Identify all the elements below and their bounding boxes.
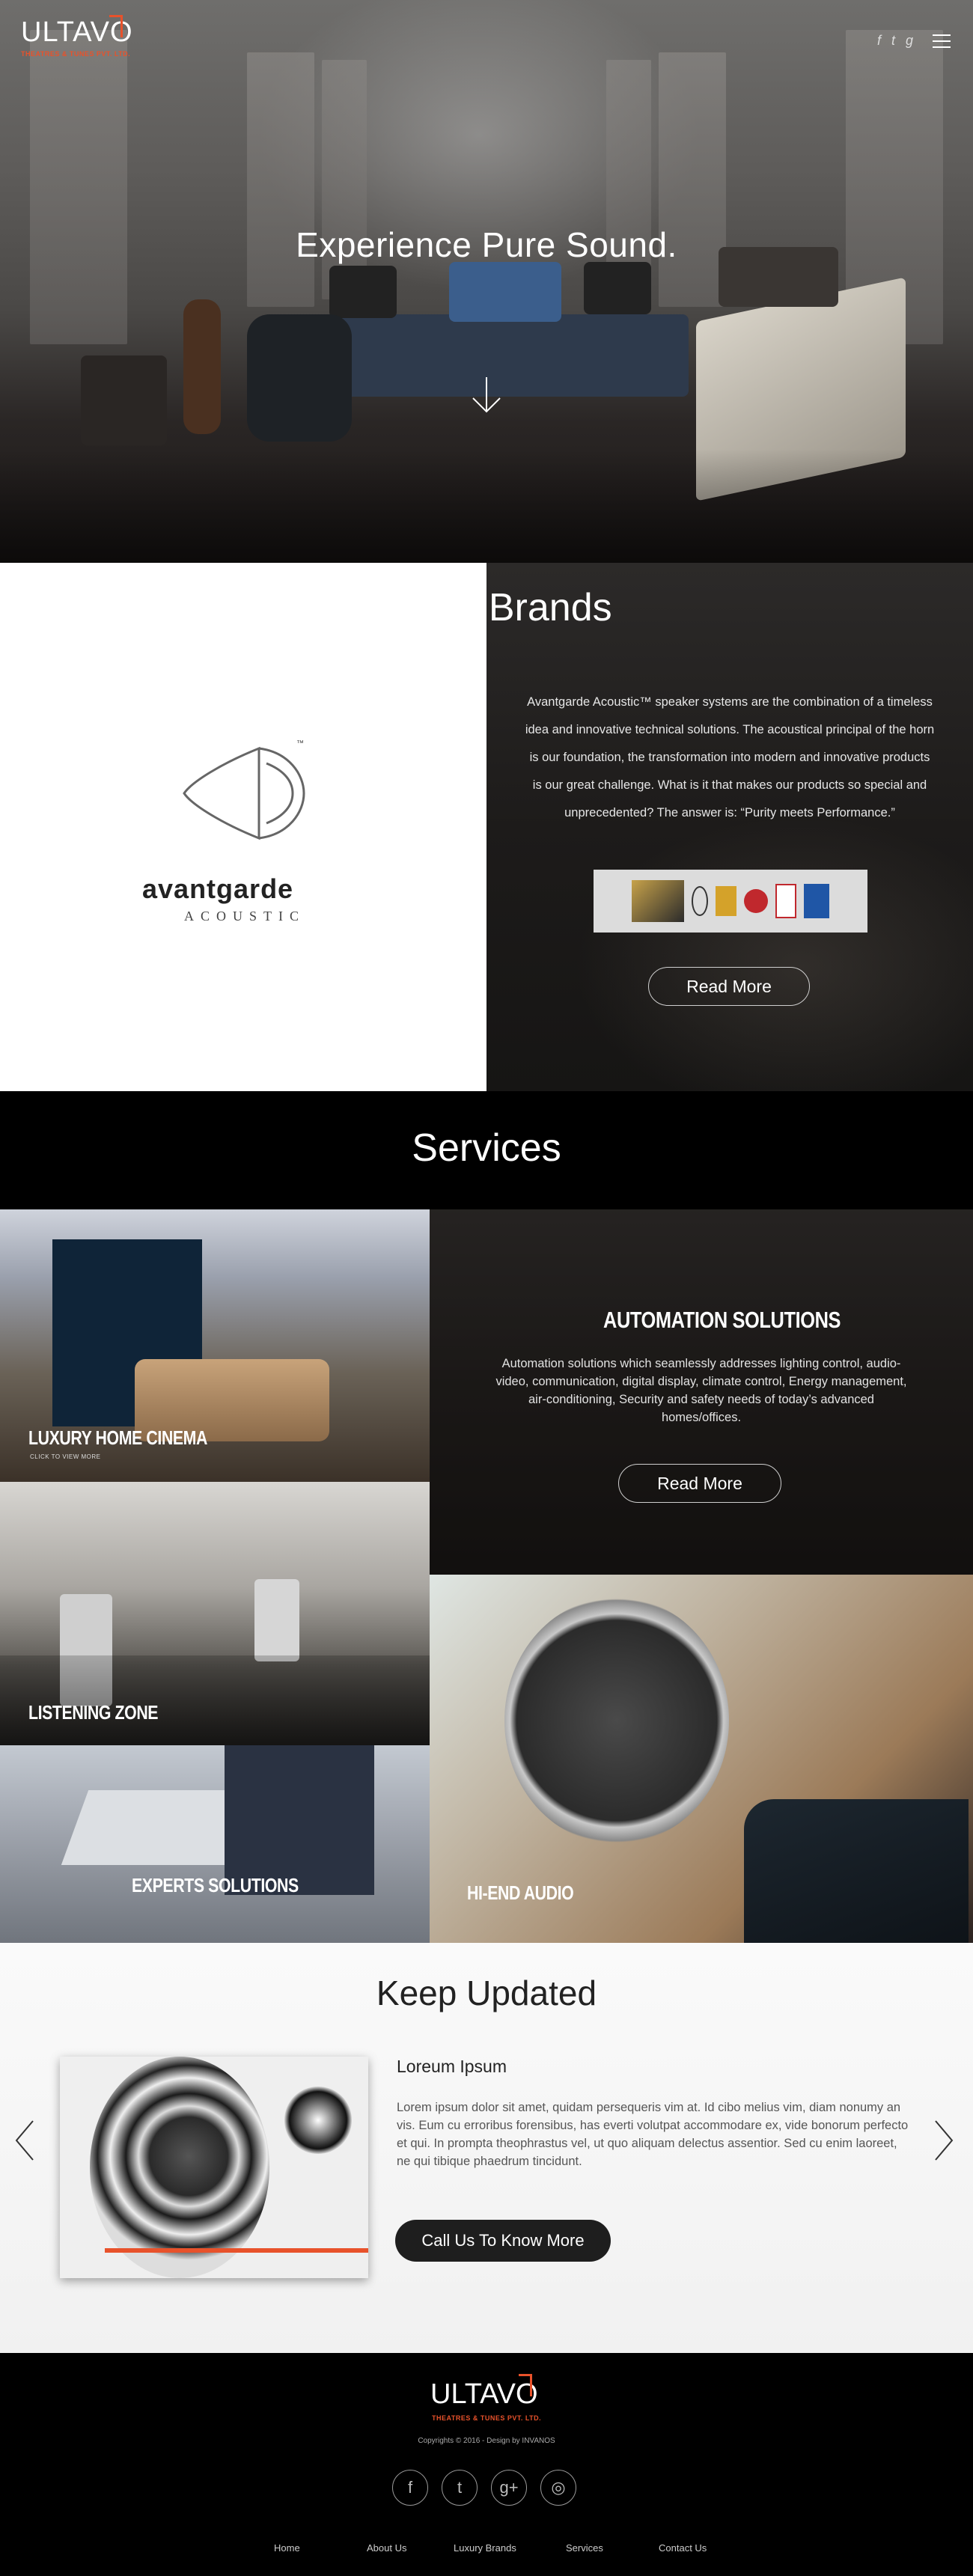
footer-nav-about-us[interactable]: About Us	[367, 2542, 406, 2554]
footer-nav-services[interactable]: Services	[566, 2542, 603, 2554]
google-plus-icon[interactable]: g	[906, 33, 913, 49]
awards-strip	[594, 870, 867, 933]
award-icon	[632, 880, 684, 922]
footer-nav-contact-us[interactable]: Contact Us	[659, 2542, 707, 2554]
post-body: Lorem ipsum dolor sit amet, quidam perse…	[397, 2101, 909, 2168]
tile-label-experts: EXPERTS SOLUTIONS	[132, 1874, 299, 1896]
facebook-icon[interactable]: f	[392, 2470, 428, 2506]
guitar	[183, 299, 221, 434]
room-backdrop	[487, 563, 973, 1091]
tile-label-hiend-audio: HI-END AUDIO	[467, 1881, 574, 1904]
chevron-left-icon[interactable]	[13, 2119, 36, 2161]
copyright: Copyrights © 2016 - Design by INVANOS	[418, 2437, 555, 2445]
award-icon	[775, 884, 796, 918]
twitter-icon[interactable]: t	[891, 33, 895, 49]
footer-logo-tagline: THEATRES & TUNES PVT. LTD.	[432, 2414, 542, 2422]
brand-info-panel	[487, 563, 973, 1091]
studio-chair	[247, 314, 352, 442]
section-title-updated: Keep Updated	[376, 1974, 597, 2012]
award-icon	[804, 884, 829, 918]
tile-label-automation: AUTOMATION SOLUTIONS	[603, 1307, 841, 1333]
acoustic-panel	[659, 52, 726, 307]
section-title-luxury: Luxury Brands	[361, 586, 612, 629]
keep-updated-section: Keep Updated Loreum Ipsum Lorem ipsum do…	[0, 1943, 973, 2353]
header-social: f t g	[877, 33, 913, 49]
logo-tagline: THEATRES & TUNES PVT. LTD.	[21, 50, 131, 58]
speaker-grille	[504, 1597, 729, 1844]
speaker-right	[254, 1579, 299, 1661]
luxury-read-more-button[interactable]: Read More	[648, 967, 810, 1006]
chevron-right-icon[interactable]	[933, 2119, 955, 2161]
luxury-brands-section: ™ avantgarde ACOUSTIC Luxury Brands Avan…	[0, 563, 973, 1091]
services-header: Services	[0, 1091, 973, 1209]
hamburger-icon[interactable]	[933, 34, 951, 49]
studio-monitor-screen	[449, 262, 561, 322]
music-note-icon	[109, 15, 123, 37]
tile-hiend-audio[interactable]: HI-END AUDIO	[430, 1575, 973, 1943]
twitter-icon[interactable]: t	[442, 2470, 478, 2506]
footer-nav-home[interactable]: Home	[274, 2542, 300, 2554]
studio-speaker	[329, 266, 397, 318]
award-icon	[692, 886, 708, 916]
woofer	[90, 2057, 269, 2278]
hero-shade	[0, 449, 973, 563]
brand-subname: ACOUSTIC	[184, 909, 306, 924]
arrow-down-icon[interactable]	[469, 374, 504, 416]
google-plus-icon[interactable]: g+	[491, 2470, 527, 2506]
instagram-icon[interactable]: ◎	[540, 2470, 576, 2506]
brand-logo-panel: ™ avantgarde ACOUSTIC	[0, 563, 487, 1091]
award-icon	[744, 889, 768, 913]
tile-label-home-cinema: LUXURY HOME CINEMA	[28, 1426, 208, 1449]
tile-listening-zone[interactable]: LISTENING ZONE	[0, 1482, 430, 1745]
tile-automation[interactable]: AUTOMATION SOLUTIONS Automation solution…	[430, 1209, 973, 1575]
post-image[interactable]	[60, 2057, 368, 2278]
hero-section: ULTAVO THEATRES & TUNES PVT. LTD. f t g …	[0, 0, 973, 563]
facebook-icon[interactable]: f	[877, 33, 881, 49]
studio-speaker	[584, 262, 651, 314]
call-us-button[interactable]: Call Us To Know More	[395, 2220, 611, 2262]
section-title-services: Services	[412, 1126, 561, 1170]
tile-home-cinema[interactable]: LUXURY HOME CINEMA CLICK TO VIEW MORE	[0, 1209, 430, 1482]
hero-title: Experience Pure Sound.	[296, 225, 677, 264]
footer-nav-luxury-brands[interactable]: Luxury Brands	[454, 2542, 516, 2554]
award-icon	[716, 886, 736, 916]
tile-sub-home-cinema[interactable]: CLICK TO VIEW MORE	[30, 1453, 101, 1460]
tile-experts[interactable]: EXPERTS SOLUTIONS	[0, 1745, 430, 1943]
accent-line	[105, 2248, 368, 2253]
car-console	[744, 1799, 969, 1943]
amplifier	[81, 355, 167, 445]
acoustic-panel	[247, 52, 314, 307]
suit	[225, 1745, 374, 1895]
brand-name: avantgarde	[142, 873, 294, 904]
automation-description: Automation solutions which seamlessly ad…	[495, 1357, 907, 1424]
automation-read-more-button[interactable]: Read More	[618, 1464, 781, 1503]
tile-shade	[0, 1655, 430, 1745]
music-note-icon	[519, 2374, 532, 2396]
avantgarde-horn-logo	[183, 746, 305, 840]
brand-description: Avantgarde Acoustic™ speaker systems are…	[525, 695, 935, 820]
acoustic-panel	[30, 30, 127, 344]
tweeter	[284, 2087, 352, 2154]
tile-label-listening-zone: LISTENING ZONE	[28, 1701, 159, 1724]
post-title: Loreum Ipsum	[397, 2057, 507, 2076]
